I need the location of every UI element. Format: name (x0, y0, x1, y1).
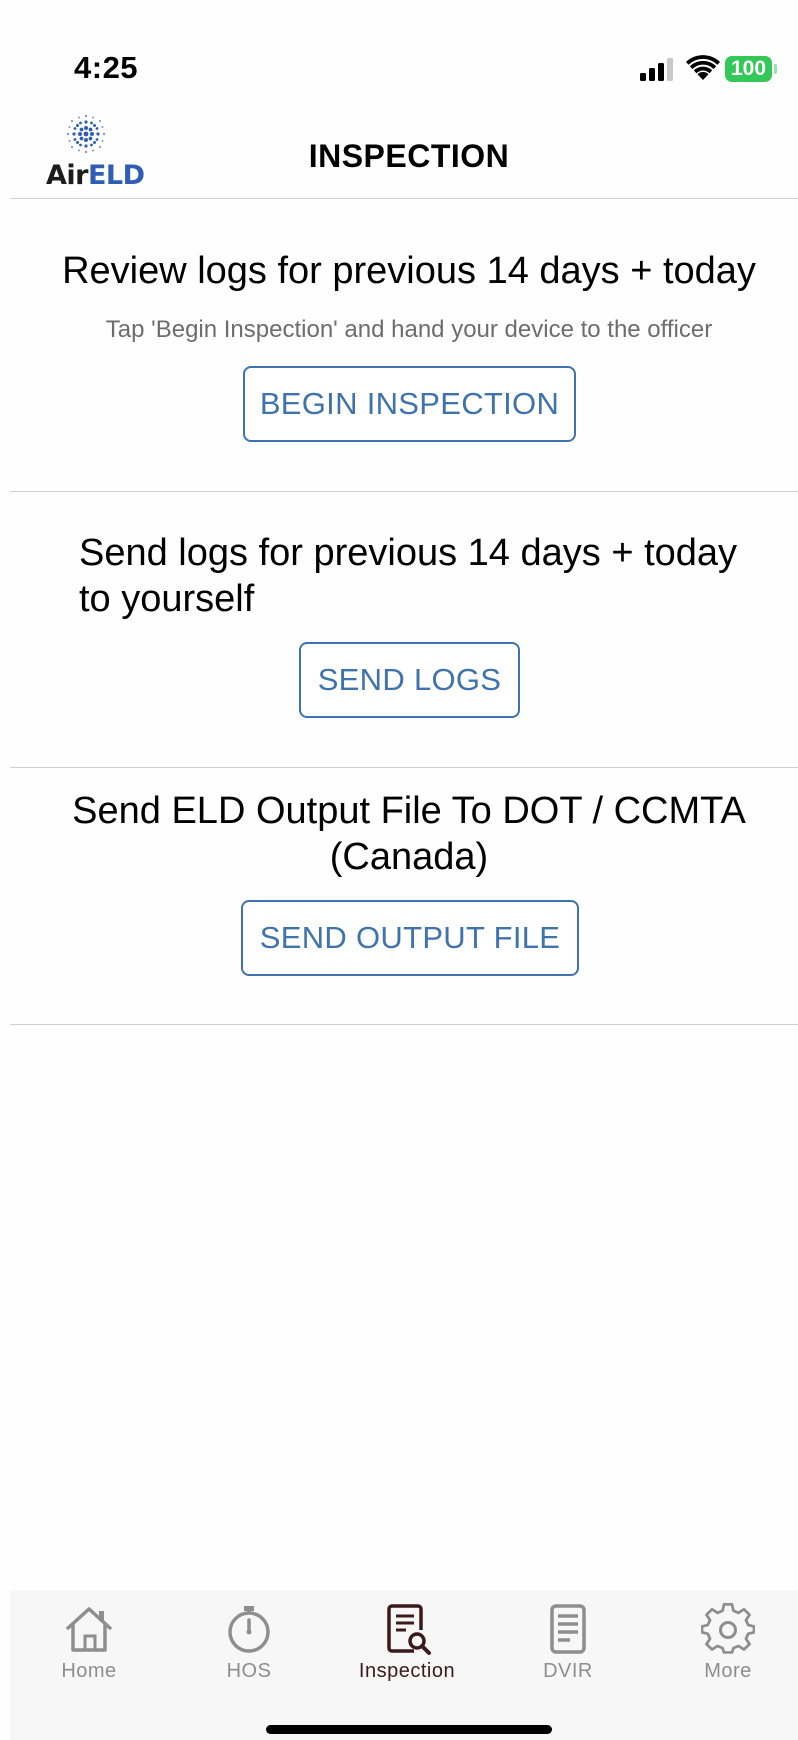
send-logs-section: Send logs for previous 14 days + today t… (0, 530, 798, 730)
tab-more[interactable]: More (653, 1590, 798, 1700)
inspection-screen: 4:25 100 AirELD INSPECTION Review logs f… (0, 0, 798, 1740)
header: AirELD INSPECTION (0, 100, 798, 198)
status-time: 4:25 (74, 50, 139, 85)
output-file-section: Send ELD Output File To DOT / CCMTA (Can… (0, 788, 798, 988)
review-logs-heading: Review logs for previous 14 days + today (62, 250, 756, 292)
review-section-divider (10, 491, 798, 492)
begin-inspection-button[interactable]: BEGIN INSPECTION (243, 366, 576, 442)
review-logs-section: Review logs for previous 14 days + today… (0, 244, 798, 444)
output-file-heading-line2: (Canada) (329, 836, 489, 878)
home-icon (66, 1607, 112, 1652)
home-indicator (266, 1725, 552, 1734)
tab-hos[interactable]: HOS (174, 1590, 324, 1700)
page-title: INSPECTION (308, 138, 510, 174)
send-output-file-button[interactable]: SEND OUTPUT FILE (241, 900, 579, 976)
tab-inspection[interactable]: Inspection (332, 1590, 482, 1700)
document-icon (550, 1604, 586, 1654)
tab-home-label: Home (61, 1660, 117, 1682)
battery-level: 100 (725, 56, 772, 82)
inspection-search-icon (387, 1604, 431, 1655)
battery-cap (774, 64, 777, 74)
header-divider (10, 198, 798, 199)
status-bar: 4:25 100 (0, 0, 798, 100)
send-logs-heading-line1: Send logs for previous 14 days + today (79, 532, 738, 574)
tab-dvir[interactable]: DVIR (493, 1590, 643, 1700)
battery-icon: 100 (725, 56, 777, 82)
tab-bar: Home HOS Inspection DVIR More (10, 1590, 798, 1740)
send-logs-button[interactable]: SEND LOGS (299, 642, 520, 718)
gear-icon (701, 1603, 755, 1654)
wifi-icon (686, 55, 720, 80)
cellular-signal-icon (640, 58, 673, 81)
stopwatch-icon (228, 1606, 270, 1653)
output-file-heading-line1: Send ELD Output File To DOT / CCMTA (72, 790, 746, 832)
review-logs-subtitle: Tap 'Begin Inspection' and hand your dev… (105, 316, 713, 343)
send-logs-heading-line2: to yourself (79, 578, 255, 620)
tab-inspection-label: Inspection (358, 1660, 456, 1682)
tab-hos-label: HOS (226, 1660, 272, 1682)
tab-dvir-label: DVIR (543, 1660, 593, 1682)
tab-home[interactable]: Home (14, 1590, 164, 1700)
tab-more-label: More (704, 1660, 752, 1682)
send-logs-divider (10, 767, 798, 768)
output-file-divider (10, 1024, 798, 1025)
